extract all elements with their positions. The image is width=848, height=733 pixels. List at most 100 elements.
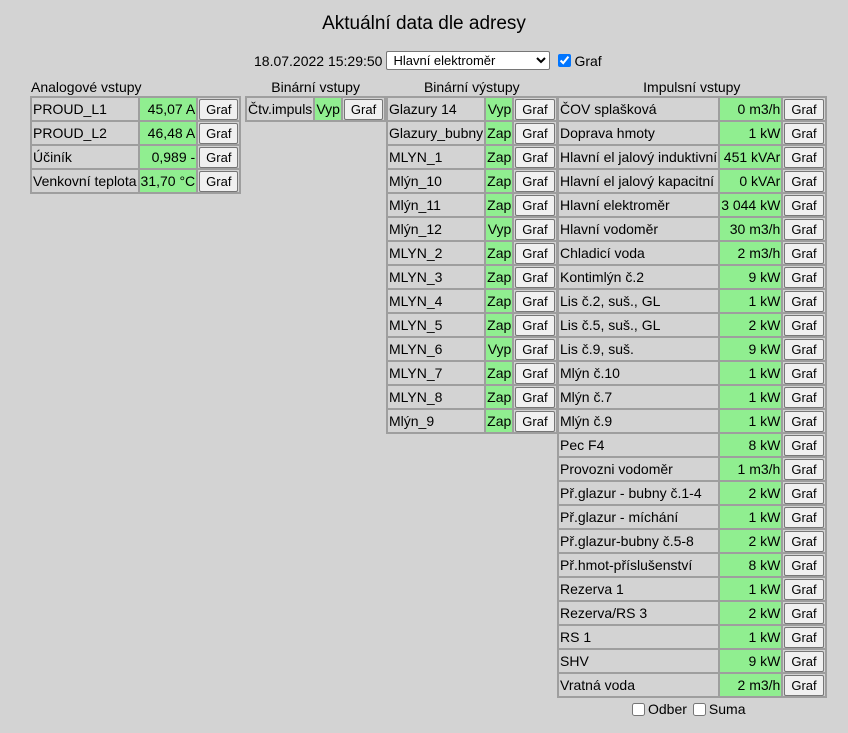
graf-button[interactable]: Graf [784,602,824,624]
input-value: 46,48 A [138,121,198,145]
input-value: 1 kW [719,121,783,145]
meter-select[interactable]: Hlavní elektroměr [386,51,551,70]
input-name: Čtv.impuls [246,97,315,121]
graf-cell: Graf [341,97,386,121]
input-name: Mlýn č.7 [558,385,720,409]
graf-button[interactable]: Graf [784,242,824,264]
graf-button[interactable]: Graf [784,362,824,384]
suma-label[interactable]: Suma [709,701,746,717]
odber-checkbox[interactable] [632,702,645,716]
graf-button[interactable]: Graf [343,98,384,120]
graf-button[interactable]: Graf [515,290,555,312]
input-name: Účiník [31,145,139,169]
table-row: Vratná voda 2 m3/h Graf [558,673,826,697]
graf-button[interactable]: Graf [784,458,824,480]
input-value: 2 m3/h [719,673,783,697]
graf-button[interactable]: Graf [199,122,239,144]
graf-button[interactable]: Graf [784,314,824,336]
graf-button[interactable]: Graf [199,170,239,192]
graf-checkbox-label[interactable]: Graf [574,53,601,69]
graf-button[interactable]: Graf [784,146,824,168]
graf-checkbox[interactable] [558,54,572,67]
input-name: ČOV splašková [558,97,720,121]
odber-label[interactable]: Odber [648,701,687,717]
graf-button[interactable]: Graf [784,338,824,360]
graf-cell: Graf [782,217,826,241]
graf-button[interactable]: Graf [199,98,239,120]
graf-button[interactable]: Graf [515,218,555,240]
graf-button[interactable]: Graf [784,674,824,696]
graf-cell: Graf [782,241,826,265]
input-value: 3 044 kW [719,193,783,217]
table-row: Pec F4 8 kW Graf [558,433,826,457]
table-row: Venkovní teplota 31,70 °C Graf [31,169,241,193]
graf-button[interactable]: Graf [515,386,555,408]
table-row: MLYN_5 Zap Graf [387,313,557,337]
input-name: Lis č.5, suš., GL [558,313,720,337]
graf-button[interactable]: Graf [515,146,555,168]
input-name: PROUD_L2 [31,121,139,145]
graf-button[interactable]: Graf [784,434,824,456]
graf-cell: Graf [782,529,826,553]
graf-button[interactable]: Graf [784,218,824,240]
graf-button[interactable]: Graf [784,578,824,600]
input-name: Chladicí voda [558,241,720,265]
graf-button[interactable]: Graf [515,242,555,264]
input-value: Zap [485,121,514,145]
graf-button[interactable]: Graf [784,650,824,672]
table-row: Glazury_bubny Zap Graf [387,121,557,145]
graf-button[interactable]: Graf [515,314,555,336]
suma-checkbox[interactable] [692,702,706,716]
graf-button[interactable]: Graf [784,98,824,120]
graf-button[interactable]: Graf [515,122,555,144]
graf-button[interactable]: Graf [784,482,824,504]
input-name: Mlýn č.9 [558,409,720,433]
graf-button[interactable]: Graf [784,410,824,432]
input-name: RS 1 [558,625,720,649]
input-value: 9 kW [719,337,783,361]
graf-button[interactable]: Graf [515,98,555,120]
impulse-section: Impulsní vstupy ČOV splašková 0 m3/h Graf D… [557,78,827,698]
graf-button[interactable]: Graf [784,266,824,288]
graf-button[interactable]: Graf [784,122,824,144]
input-value: 2 kW [719,481,783,505]
input-value: 0 m3/h [719,97,783,121]
graf-cell: Graf [782,193,826,217]
graf-button[interactable]: Graf [515,266,555,288]
input-value: Vyp [314,97,342,121]
graf-button[interactable]: Graf [515,362,555,384]
graf-button[interactable]: Graf [784,290,824,312]
binary-in-section-title: Binární vstupy [271,79,360,95]
input-name: Pec F4 [558,433,720,457]
input-value: Zap [485,361,514,385]
input-name: Glazury_bubny [387,121,486,145]
graf-button[interactable]: Graf [784,554,824,576]
graf-button[interactable]: Graf [784,626,824,648]
graf-button[interactable]: Graf [515,194,555,216]
input-name: Hlavní elektroměr [558,193,720,217]
input-name: MLYN_4 [387,289,486,313]
graf-button[interactable]: Graf [784,170,824,192]
graf-button[interactable]: Graf [784,386,824,408]
table-row: Př.glazur - míchání 1 kW Graf [558,505,826,529]
graf-cell: Graf [782,313,826,337]
input-value: Zap [485,145,514,169]
input-value: 1 kW [719,625,783,649]
graf-button[interactable]: Graf [515,338,555,360]
graf-button[interactable]: Graf [784,530,824,552]
analog-table: PROUD_L1 45,07 A Graf PROUD_L2 46,48 A Graf Úč… [30,96,242,194]
graf-button[interactable]: Graf [784,506,824,528]
graf-cell: Graf [197,121,241,145]
input-value: 9 kW [719,649,783,673]
input-value: 1 kW [719,361,783,385]
table-row: Rezerva 11 kW Graf [558,577,826,601]
graf-button[interactable]: Graf [199,146,239,168]
graf-button[interactable]: Graf [515,410,555,432]
table-row: Glazury 14 Vyp Graf [387,97,557,121]
graf-button[interactable]: Graf [515,170,555,192]
table-row: MLYN_8 Zap Graf [387,385,557,409]
table-row: ČOV splašková 0 m3/h Graf [558,97,826,121]
graf-button[interactable]: Graf [784,194,824,216]
graf-cell: Graf [513,385,557,409]
binary-out-section-title: Binární výstupy [423,79,520,95]
